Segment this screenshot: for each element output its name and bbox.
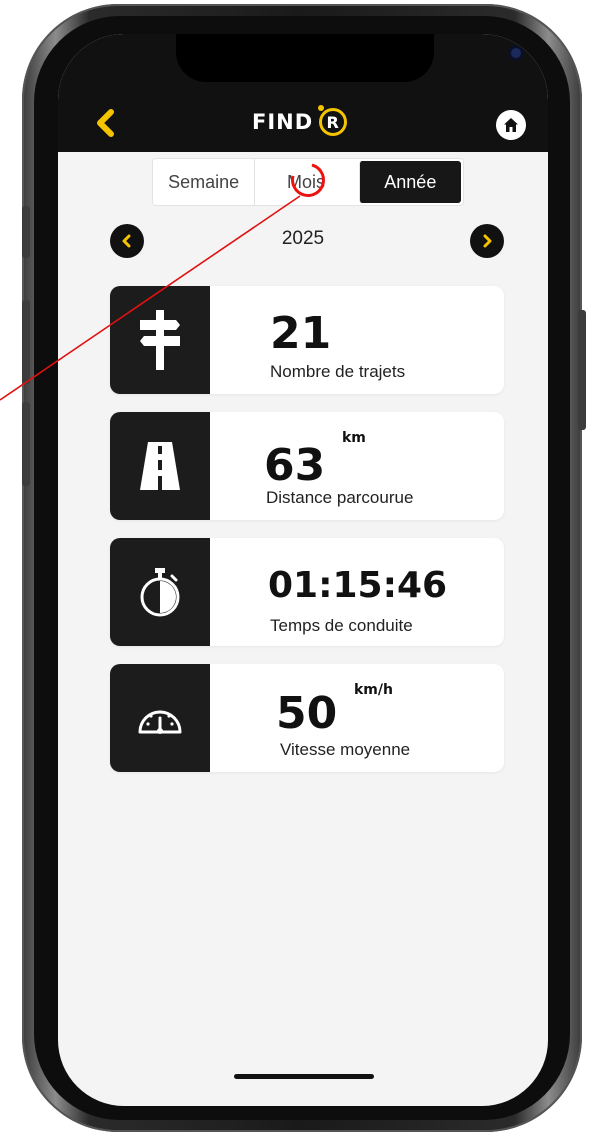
- speed-label: Vitesse moyenne: [280, 740, 411, 759]
- road-icon: [110, 412, 210, 520]
- distance-value: 63: [264, 440, 326, 491]
- stat-card-trips: 21 Nombre de trajets: [110, 286, 504, 394]
- signpost-icon: [110, 286, 210, 394]
- stat-card-distance: 63 km Distance parcourue: [110, 412, 504, 520]
- period-tabs: Semaine Mois Année: [152, 156, 464, 206]
- speedometer-icon: [110, 664, 210, 772]
- tab-annee[interactable]: Année: [358, 161, 461, 203]
- app-screen: FIND R Semaine Mois Année 2025 21 Nombre…: [58, 34, 548, 1106]
- side-button-mute: [22, 206, 30, 258]
- side-button-volume-up: [22, 300, 30, 384]
- side-button-power: [578, 310, 586, 430]
- stat-card-average-speed: 50 km/h Vitesse moyenne: [110, 664, 504, 772]
- chevron-left-icon[interactable]: [92, 108, 118, 138]
- camera-icon: [511, 48, 521, 58]
- logo-letter: R: [318, 105, 348, 136]
- speed-unit: km/h: [354, 682, 393, 698]
- home-indicator[interactable]: [234, 1074, 374, 1079]
- driving-time-label: Temps de conduite: [270, 616, 413, 635]
- logo-text: FIND: [252, 110, 314, 134]
- distance-unit: km: [342, 430, 366, 446]
- stopwatch-icon: [110, 538, 210, 646]
- notch: [176, 34, 521, 82]
- home-icon[interactable]: [496, 110, 526, 140]
- chevron-right-icon: [483, 234, 492, 248]
- trips-value: 21: [270, 308, 332, 359]
- distance-label: Distance parcourue: [266, 488, 414, 507]
- tab-semaine[interactable]: Semaine: [153, 159, 254, 205]
- click-indicator: [285, 156, 332, 204]
- side-button-volume-down: [22, 402, 30, 486]
- trips-label: Nombre de trajets: [270, 362, 406, 381]
- stat-card-driving-time: 01:15:46 Temps de conduite: [110, 538, 504, 646]
- app-logo: FIND R: [252, 105, 348, 138]
- tab-mois[interactable]: Mois: [254, 156, 356, 205]
- speed-value: 50: [276, 688, 338, 739]
- driving-time-value: 01:15:46: [268, 565, 448, 606]
- next-year-button[interactable]: [470, 224, 504, 258]
